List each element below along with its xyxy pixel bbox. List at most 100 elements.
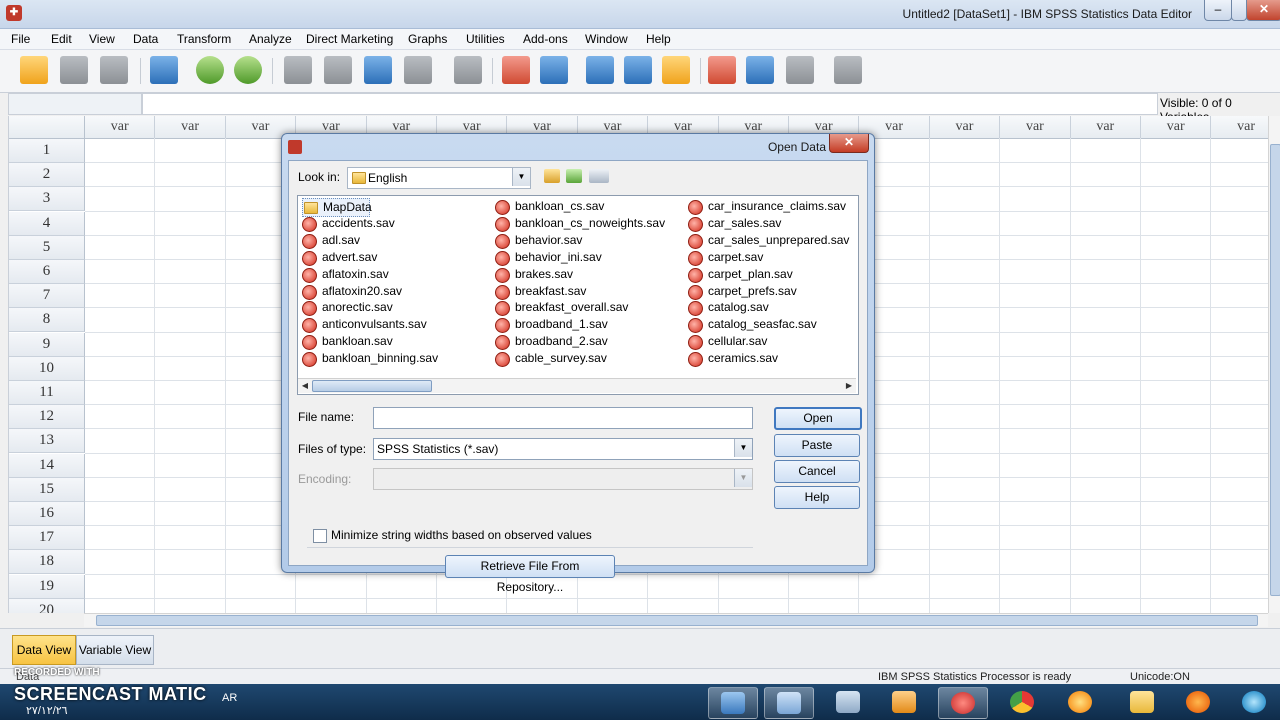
undo-icon[interactable] bbox=[196, 56, 224, 84]
file-list-item[interactable]: accidents.sav bbox=[302, 215, 480, 232]
row-header[interactable]: 13 bbox=[9, 429, 85, 454]
retrieve-from-repository-button[interactable]: Retrieve File From Repository... bbox=[445, 555, 615, 594]
taskbar-media-player[interactable] bbox=[880, 687, 928, 717]
file-list-item[interactable]: carpet_prefs.sav bbox=[688, 283, 858, 300]
file-list-item[interactable]: bankloan_cs_noweights.sav bbox=[495, 215, 673, 232]
row-header[interactable]: 1 bbox=[9, 139, 85, 163]
cell-reference-box[interactable] bbox=[8, 93, 142, 115]
dialog-close-button[interactable]: ✕ bbox=[829, 134, 869, 153]
insert-variable-icon[interactable] bbox=[540, 56, 568, 84]
minimize-button[interactable]: – bbox=[1204, 0, 1232, 21]
taskbar-opera[interactable] bbox=[938, 687, 988, 719]
value-labels-icon[interactable] bbox=[708, 56, 736, 84]
file-list-item[interactable]: behavior_ini.sav bbox=[495, 249, 673, 266]
taskbar-chrome[interactable] bbox=[998, 687, 1046, 717]
taskbar-snipping[interactable] bbox=[764, 687, 814, 719]
menu-data[interactable]: Data bbox=[133, 32, 158, 46]
menu-graphs[interactable]: Graphs bbox=[408, 32, 447, 46]
file-list-item[interactable]: ceramics.sav bbox=[688, 350, 858, 368]
help-button[interactable]: Help bbox=[774, 486, 860, 509]
file-list-item[interactable]: broadband_2.sav bbox=[495, 333, 673, 351]
row-header[interactable]: 9 bbox=[9, 332, 85, 357]
row-header[interactable]: 2 bbox=[9, 163, 85, 188]
column-header[interactable]: var bbox=[1141, 116, 1212, 139]
language-indicator[interactable]: AR bbox=[222, 692, 237, 704]
file-list-item[interactable]: aflatoxin20.sav bbox=[302, 283, 480, 300]
find-icon[interactable] bbox=[454, 56, 482, 84]
dialog-recall-icon[interactable] bbox=[150, 56, 178, 84]
tab-data-view[interactable]: Data View bbox=[12, 635, 76, 665]
save-icon[interactable] bbox=[60, 56, 88, 84]
menu-direct-marketing[interactable]: Direct Marketing bbox=[306, 32, 393, 46]
spelling-icon[interactable] bbox=[834, 56, 862, 84]
horizontal-scroll-thumb[interactable] bbox=[96, 615, 1258, 626]
row-header[interactable]: 10 bbox=[9, 356, 85, 381]
menu-edit[interactable]: Edit bbox=[51, 32, 72, 46]
open-folder-icon[interactable] bbox=[20, 56, 48, 84]
row-header[interactable]: 3 bbox=[9, 187, 85, 212]
cell-value-editor[interactable] bbox=[142, 93, 1158, 115]
file-list-item[interactable]: bankloan.sav bbox=[302, 333, 480, 351]
file-list-item[interactable]: car_sales_unprepared.sav bbox=[688, 232, 858, 249]
vertical-scrollbar[interactable] bbox=[1268, 116, 1280, 613]
file-list-item[interactable]: carpet_plan.sav bbox=[688, 266, 858, 283]
row-header[interactable]: 18 bbox=[9, 550, 85, 575]
file-list-item[interactable]: bankloan_cs.sav bbox=[495, 198, 673, 215]
use-variable-sets-icon[interactable] bbox=[746, 56, 774, 84]
row-header[interactable]: 20 bbox=[9, 598, 85, 613]
file-list-item[interactable]: carpet.sav bbox=[688, 249, 858, 266]
taskbar-spss[interactable] bbox=[708, 687, 758, 719]
new-folder-icon[interactable] bbox=[566, 169, 582, 183]
files-of-type-combo[interactable]: SPSS Statistics (*.sav) ▼ bbox=[373, 438, 753, 460]
menu-transform[interactable]: Transform bbox=[177, 32, 231, 46]
column-header[interactable]: var bbox=[929, 116, 1001, 139]
file-list-scrollbar[interactable]: ◀ ▶ bbox=[298, 378, 856, 393]
column-header[interactable]: var bbox=[85, 116, 156, 139]
file-list-item[interactable]: breakfast_overall.sav bbox=[495, 299, 673, 317]
taskbar-windows-logo[interactable] bbox=[1230, 687, 1278, 717]
menu-add-ons[interactable]: Add-ons bbox=[523, 32, 568, 46]
row-header[interactable]: 6 bbox=[9, 260, 85, 284]
column-header[interactable]: var bbox=[155, 116, 226, 139]
row-header[interactable]: 14 bbox=[9, 453, 85, 478]
row-header[interactable]: 17 bbox=[9, 526, 85, 551]
show-all-variables-icon[interactable] bbox=[786, 56, 814, 84]
tab-variable-view[interactable]: Variable View bbox=[76, 635, 154, 665]
select-cases-icon[interactable] bbox=[662, 56, 690, 84]
row-header[interactable]: 7 bbox=[9, 284, 85, 309]
row-header[interactable]: 19 bbox=[9, 574, 85, 599]
menu-view[interactable]: View bbox=[89, 32, 115, 46]
menu-help[interactable]: Help bbox=[646, 32, 671, 46]
taskbar-documents[interactable] bbox=[824, 687, 872, 717]
row-header[interactable]: 4 bbox=[9, 211, 85, 236]
row-header[interactable]: 11 bbox=[9, 381, 85, 405]
file-list-item[interactable]: broadband_1.sav bbox=[495, 316, 673, 334]
scroll-left-icon[interactable]: ◀ bbox=[299, 380, 311, 392]
goto-case-icon[interactable] bbox=[284, 56, 312, 84]
menu-file[interactable]: File bbox=[11, 32, 30, 46]
maximize-button[interactable] bbox=[1231, 0, 1247, 21]
menu-utilities[interactable]: Utilities bbox=[466, 32, 505, 46]
row-header[interactable]: 15 bbox=[9, 477, 85, 502]
file-list-item[interactable]: behavior.sav bbox=[495, 232, 673, 249]
print-icon[interactable] bbox=[100, 56, 128, 84]
close-button[interactable]: ✕ bbox=[1246, 0, 1280, 21]
redo-icon[interactable] bbox=[234, 56, 262, 84]
file-name-input[interactable] bbox=[373, 407, 753, 429]
file-list-item[interactable]: cellular.sav bbox=[688, 333, 858, 351]
paste-button[interactable]: Paste bbox=[774, 434, 860, 457]
view-menu-icon[interactable] bbox=[589, 169, 609, 183]
file-list-item[interactable]: anorectic.sav bbox=[302, 299, 480, 317]
taskbar-explorer[interactable] bbox=[1118, 687, 1166, 717]
taskbar-app[interactable] bbox=[1056, 687, 1104, 717]
file-list[interactable]: MapData accidents.sav adl.sav advert.sav afl… bbox=[297, 195, 859, 395]
look-in-combo[interactable]: English ▼ bbox=[347, 167, 531, 189]
file-list-item[interactable]: brakes.sav bbox=[495, 266, 673, 283]
column-header[interactable]: var bbox=[1000, 116, 1071, 139]
row-header[interactable]: 5 bbox=[9, 235, 85, 260]
menu-analyze[interactable]: Analyze bbox=[249, 32, 292, 46]
run-descriptives-icon[interactable] bbox=[404, 56, 432, 84]
file-list-item[interactable]: aflatoxin.sav bbox=[302, 266, 480, 283]
file-list-item[interactable]: cable_survey.sav bbox=[495, 350, 673, 368]
file-list-item[interactable]: car_sales.sav bbox=[688, 215, 858, 232]
